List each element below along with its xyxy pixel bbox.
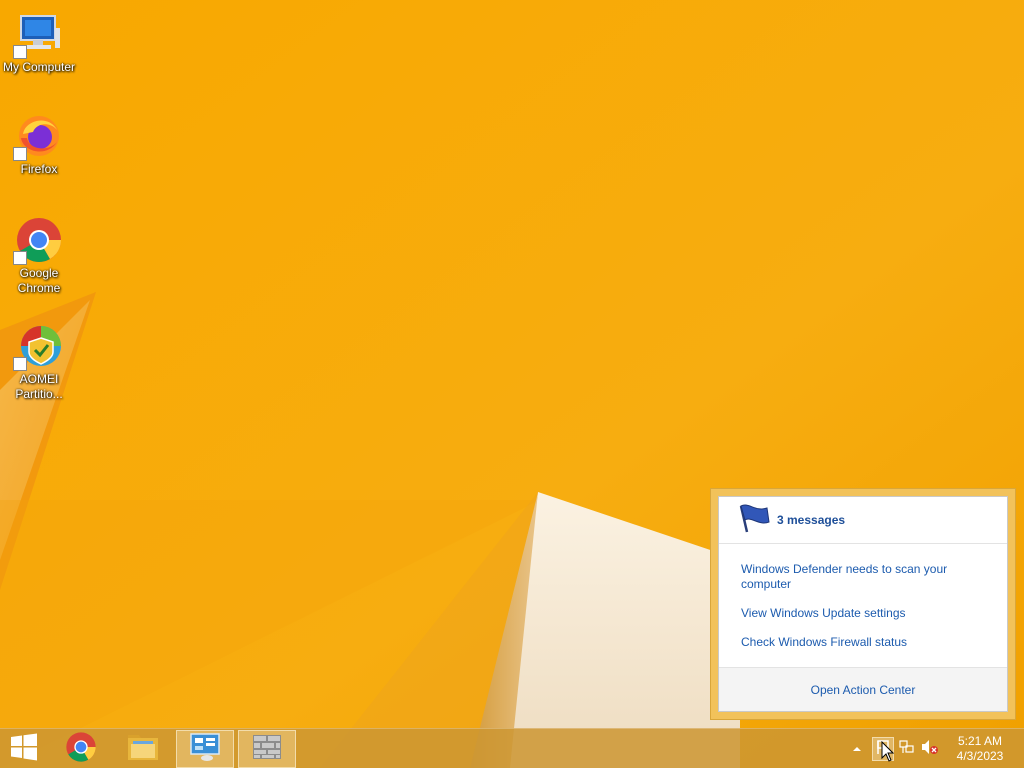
desktop-icon-label: AOMEI Partitio...	[15, 372, 63, 401]
desktop-icon-aomei-partition[interactable]: AOMEI Partitio...	[1, 322, 77, 402]
message-windows-defender-scan[interactable]: Windows Defender needs to scan your comp…	[741, 562, 961, 592]
volume-tray-button[interactable]	[920, 739, 940, 759]
chrome-icon	[65, 731, 97, 768]
action-center-flyout: 3 messages Windows Defender needs to sca…	[710, 488, 1016, 720]
taskbar-file-explorer-button[interactable]	[114, 730, 172, 768]
desktop-icon-my-computer[interactable]: My Computer	[1, 10, 77, 75]
mouse-cursor-icon	[881, 741, 895, 762]
computer-icon	[13, 10, 63, 59]
network-tray-button[interactable]	[896, 739, 916, 759]
firefox-icon	[13, 112, 63, 161]
taskbar-clock[interactable]: 5:21 AM 4/3/2023	[950, 734, 1010, 764]
clock-time: 5:21 AM	[957, 734, 1003, 748]
control-panel-icon	[189, 732, 221, 767]
clock-date: 4/3/2023	[956, 749, 1004, 763]
shortcut-arrow-icon	[13, 147, 27, 161]
chevron-up-icon	[852, 740, 862, 758]
action-center-panel: 3 messages Windows Defender needs to sca…	[718, 496, 1008, 712]
firewall-icon	[252, 734, 282, 765]
aomei-partition-icon	[13, 322, 63, 371]
message-windows-update-settings[interactable]: View Windows Update settings	[741, 606, 961, 621]
flag-icon	[737, 502, 771, 539]
messages-count: 3 messages	[777, 513, 846, 527]
volume-muted-icon	[921, 739, 939, 760]
open-action-center-link[interactable]: Open Action Center	[811, 683, 916, 697]
shortcut-arrow-icon	[13, 357, 27, 371]
action-center-header: 3 messages	[719, 497, 1007, 544]
windows-logo-icon	[10, 733, 38, 766]
taskbar-firewall-button[interactable]	[238, 730, 296, 768]
desktop-icon-google-chrome[interactable]: Google Chrome	[1, 216, 77, 296]
action-center-messages: Windows Defender needs to scan your comp…	[719, 544, 1007, 650]
taskbar: 5:21 AM 4/3/2023	[0, 728, 1024, 768]
desktop-icon-label: Firefox	[20, 162, 58, 176]
message-windows-firewall-status[interactable]: Check Windows Firewall status	[741, 635, 961, 650]
desktop-icon-firefox[interactable]: Firefox	[1, 112, 77, 177]
network-icon	[898, 739, 914, 760]
folder-icon	[127, 732, 159, 767]
shortcut-arrow-icon	[13, 45, 27, 59]
action-center-footer: Open Action Center	[719, 667, 1007, 711]
chrome-icon	[13, 216, 63, 265]
start-button[interactable]	[0, 730, 53, 768]
taskbar-control-panel-button[interactable]	[176, 730, 234, 768]
desktop-icon-label: My Computer	[2, 60, 76, 74]
desktop-icon-label: Google Chrome	[17, 266, 61, 295]
show-hidden-icons-button[interactable]	[847, 739, 867, 759]
taskbar-chrome-button[interactable]	[52, 730, 110, 768]
shortcut-arrow-icon	[13, 251, 27, 265]
